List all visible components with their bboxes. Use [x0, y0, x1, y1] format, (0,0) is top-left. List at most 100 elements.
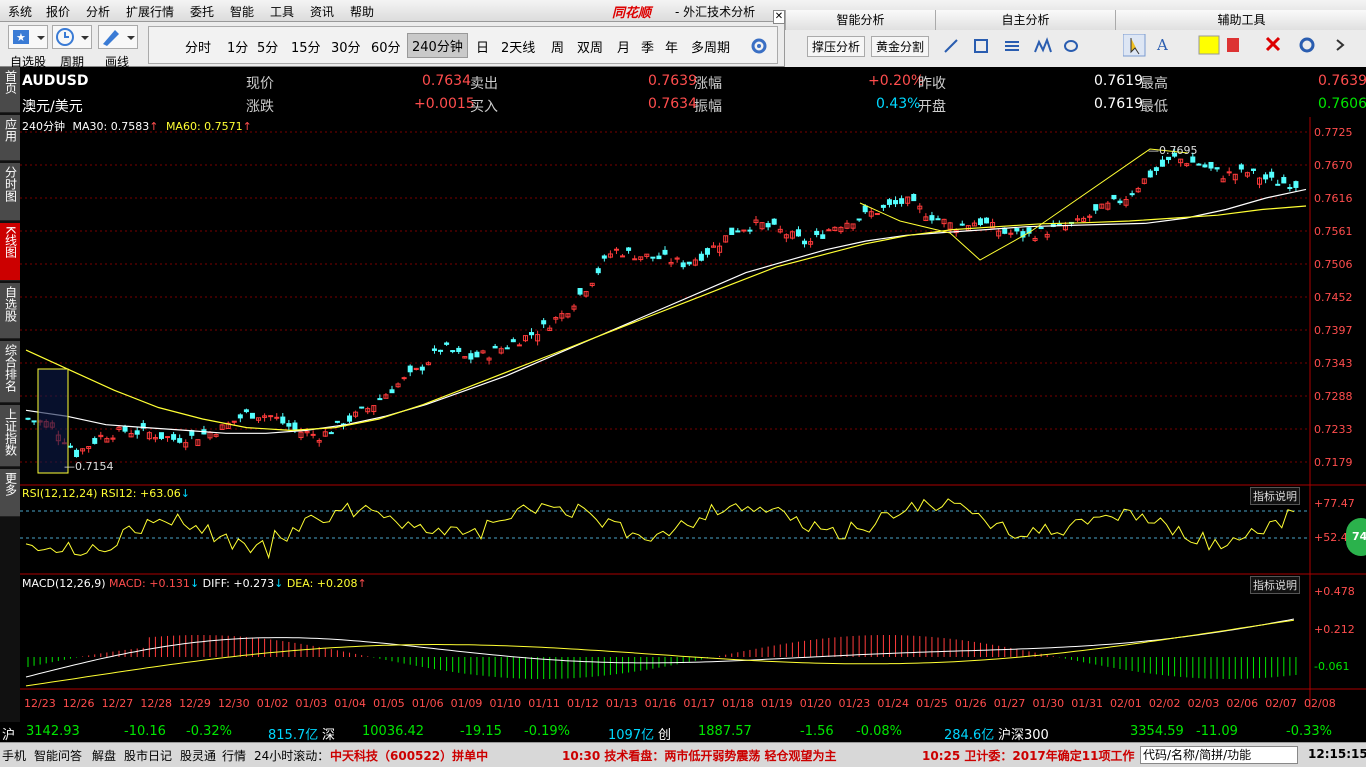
- sidebar-item-home[interactable]: 首页: [0, 67, 20, 113]
- candle-body: [1263, 174, 1269, 180]
- aux-tools[interactable]: A: [1123, 34, 1363, 58]
- candle-body: [820, 234, 826, 239]
- candle-body: [1111, 194, 1117, 200]
- support-resistance-button[interactable]: 撑压分析: [807, 36, 866, 57]
- ma60-line: [25, 205, 1307, 432]
- period-day[interactable]: 日: [476, 37, 489, 56]
- sidebar-item-more[interactable]: 更多: [0, 469, 20, 517]
- candle-body: [492, 345, 498, 349]
- candle-body: [474, 351, 480, 358]
- period-multi[interactable]: 多周期: [691, 37, 730, 56]
- golden-section-button[interactable]: 黄金分割: [871, 36, 930, 57]
- sidebar-item-watchlist[interactable]: 自选股: [0, 283, 20, 339]
- period-intraday[interactable]: 分时: [185, 37, 211, 56]
- candle-body: [729, 227, 735, 235]
- candle-body: [698, 253, 704, 261]
- candle-body: [249, 412, 255, 419]
- value-bid: 0.7634: [648, 96, 697, 112]
- self-analysis-header[interactable]: 自主分析: [935, 10, 1115, 30]
- candle-body: [959, 223, 965, 226]
- news-item-1[interactable]: 中天科技（600522）拼单中: [330, 747, 488, 764]
- status-diary[interactable]: 股市日记: [124, 747, 172, 764]
- menu-smart[interactable]: 智能: [230, 3, 254, 20]
- draw-line-button[interactable]: [98, 25, 138, 49]
- menu-news[interactable]: 资讯: [310, 3, 334, 20]
- sidebar-item-apps[interactable]: 应用: [0, 115, 20, 161]
- status-qa[interactable]: 智能问答: [34, 747, 82, 764]
- period-1min[interactable]: 1分: [227, 37, 248, 56]
- candle-body: [601, 255, 607, 259]
- line-tool-icon: [944, 39, 958, 53]
- news-item-2[interactable]: 10:30 技术看盘：两市低开弱势震荡 轻仓观望为主: [562, 747, 837, 764]
- sh-index-change: -10.16: [124, 724, 166, 739]
- period-year[interactable]: 年: [665, 37, 678, 56]
- macd-explain-button[interactable]: 指标说明: [1250, 576, 1300, 594]
- menu-extended[interactable]: 扩展行情: [126, 3, 174, 20]
- menu-analysis[interactable]: 分析: [86, 3, 110, 20]
- period-biweek[interactable]: 双周: [577, 37, 603, 56]
- menu-trade[interactable]: 委托: [190, 3, 214, 20]
- index-ticker: 沪 3142.93 -10.16 -0.32% 815.7亿 深 10036.4…: [0, 722, 1366, 743]
- close-icon[interactable]: ✕: [773, 10, 785, 24]
- sz-index-value: 10036.42: [362, 724, 425, 739]
- menu-help[interactable]: 帮助: [350, 3, 374, 20]
- sh-index-pct: -0.32%: [186, 724, 232, 739]
- period-2day[interactable]: 2天线: [501, 37, 535, 56]
- sidebar-item-intraday[interactable]: 分时图: [0, 163, 20, 221]
- candle-body: [1287, 187, 1293, 190]
- status-mobile[interactable]: 手机: [2, 747, 26, 764]
- candle-body: [334, 420, 340, 423]
- x-tick-label: 01/23: [839, 697, 871, 709]
- candle-body: [31, 420, 37, 423]
- sidebar-item-ranking[interactable]: 综合排名: [0, 341, 20, 403]
- period-5min[interactable]: 5分: [257, 37, 278, 56]
- period-week[interactable]: 周: [551, 37, 564, 56]
- status-bar: 手机 智能问答 解盘 股市日记 股灵通 行情 24小时滚动： 中天科技（6005…: [0, 742, 1366, 767]
- status-market[interactable]: 行情: [222, 747, 246, 764]
- gear-icon[interactable]: [749, 36, 769, 56]
- period-240min[interactable]: 240分钟: [407, 33, 468, 58]
- smart-analysis-header[interactable]: 智能分析: [785, 10, 935, 30]
- period-month[interactable]: 月: [617, 37, 630, 56]
- price-tick-label: 0.7616: [1314, 192, 1353, 205]
- sidebar-item-kline[interactable]: K线图: [0, 223, 20, 281]
- favorites-button[interactable]: ★: [8, 25, 48, 49]
- aux-tools-header[interactable]: 辅助工具: [1115, 10, 1366, 30]
- menu-quote[interactable]: 报价: [46, 3, 70, 20]
- candle-body: [456, 347, 462, 352]
- period-30min[interactable]: 30分: [331, 37, 361, 56]
- x-tick-label: 01/10: [489, 697, 521, 709]
- status-jiepan[interactable]: 解盘: [92, 747, 116, 764]
- value-ask: 0.7639: [648, 73, 697, 89]
- period-button[interactable]: [52, 25, 92, 49]
- x-tick-label: 01/18: [722, 697, 754, 709]
- label-amplitude: 振幅: [694, 99, 722, 115]
- x-tick-label: 02/07: [1265, 697, 1297, 709]
- candle-body: [310, 433, 316, 436]
- quote-panel: AUDUSD 澳元/美元 现价 0.7634 卖出 0.7639 涨幅 +0.2…: [20, 67, 1366, 117]
- value-change: +0.0015: [414, 96, 475, 112]
- rsi-explain-button[interactable]: 指标说明: [1250, 487, 1300, 505]
- text-tool-icon: A: [1156, 36, 1168, 54]
- value-price: 0.7634: [422, 73, 471, 89]
- menu-tools[interactable]: 工具: [270, 3, 294, 20]
- period-tag: 240分钟: [22, 120, 65, 133]
- menu-system[interactable]: 系统: [8, 3, 32, 20]
- float-badge[interactable]: 74: [1346, 518, 1366, 556]
- label-ask: 卖出: [470, 76, 498, 92]
- sidebar-label: 分时图: [3, 166, 18, 202]
- drawing-tools[interactable]: [943, 36, 1113, 56]
- label-low: 最低: [1140, 99, 1168, 115]
- rsi-tick-label: +77.47: [1314, 497, 1355, 510]
- status-stockpass[interactable]: 股灵通: [180, 747, 216, 764]
- search-input[interactable]: 代码/名称/简拼/功能: [1140, 746, 1298, 764]
- sidebar-item-sh-index[interactable]: 上证指数: [0, 405, 20, 467]
- candle-body: [389, 389, 395, 394]
- color-picker-icon: [1198, 35, 1220, 55]
- kline-chart[interactable]: 0.7725 0.7670 0.7616 0.7561 0.7506 0.7452 0.73…: [20, 117, 1366, 709]
- period-60min[interactable]: 60分: [371, 37, 401, 56]
- news-item-3[interactable]: 10:25 卫计委：2017年确定11项工作: [922, 747, 1140, 764]
- price-tick-label: 0.7670: [1314, 159, 1353, 172]
- period-15min[interactable]: 15分: [291, 37, 321, 56]
- period-quarter[interactable]: 季: [641, 37, 654, 56]
